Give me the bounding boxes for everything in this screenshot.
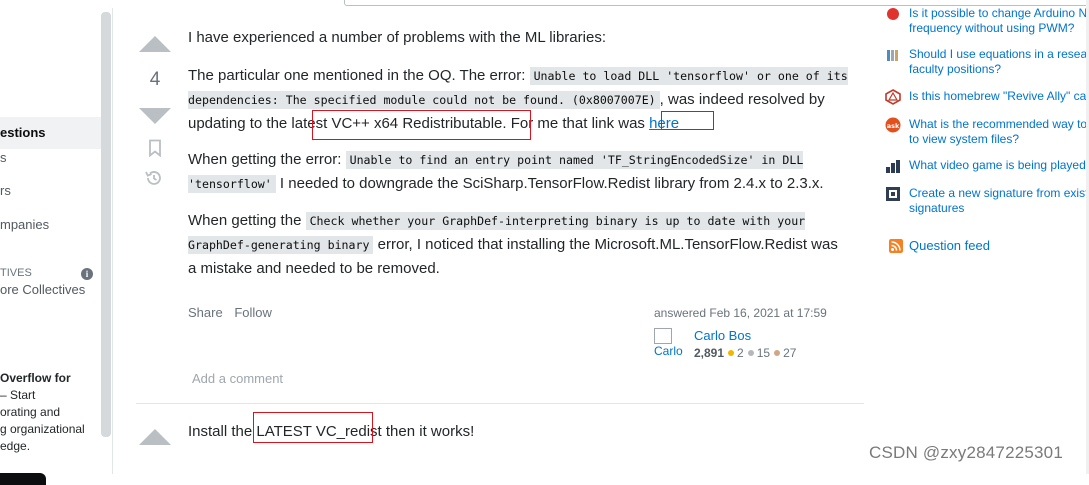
hot-question-link[interactable]: Is this homebrew "Revive Ally" can: [909, 89, 1089, 104]
silver-badge-count: 15: [756, 346, 771, 360]
academia-icon: [887, 50, 898, 61]
collectives-heading: TIVES: [0, 267, 32, 279]
reputation: 2,891 2 15 27: [694, 346, 796, 360]
reputation-score: 2,891: [694, 346, 725, 360]
answer-paragraph: When getting the Check whether your Grap…: [188, 209, 848, 280]
nav-item-companies[interactable]: mpanies: [0, 217, 49, 232]
answer-text: then it works!: [381, 423, 475, 440]
rpg-icon: [885, 89, 901, 105]
answer-text: The particular one mentioned in the OQ. …: [188, 67, 530, 84]
teams-promo-title: Overflow for: [0, 371, 71, 385]
answered-time: answered Feb 16, 2021 at 17:59: [654, 306, 827, 320]
nav-item-tags[interactable]: s: [0, 150, 7, 165]
teams-promo-line: orating and: [0, 405, 61, 419]
upvote-button[interactable]: [139, 36, 171, 52]
sidebar-scrollbar[interactable]: [101, 12, 111, 437]
teams-promo-line: edge.: [0, 439, 31, 453]
arduino-icon: [887, 8, 899, 20]
highlight-box: [253, 412, 373, 443]
bronze-badge-count: 27: [783, 346, 797, 360]
highlight-box: [661, 111, 714, 130]
gaming-icon: [886, 160, 900, 173]
bronze-badge-icon: [774, 350, 781, 357]
hot-question-item[interactable]: Should I use equations in a researc facu…: [885, 47, 1089, 81]
nav-item-users[interactable]: rs: [0, 183, 11, 198]
left-sidebar: estions s rs mpanies TIVES i ore Collect…: [0, 10, 112, 485]
user-signature: answered Feb 16, 2021 at 17:59 Carlo Car…: [654, 306, 854, 360]
downvote-button[interactable]: [139, 108, 171, 124]
tex-icon: [886, 187, 900, 201]
hot-question-link[interactable]: Create a new signature from existi signa…: [909, 186, 1089, 216]
answer-text: Install the: [188, 423, 257, 440]
hot-question-link[interactable]: What video game is being played: [909, 158, 1089, 173]
svg-text:ask: ask: [887, 122, 900, 130]
divider: [112, 8, 113, 474]
hot-question-link[interactable]: What is the recommended way to to view s…: [909, 117, 1089, 147]
answer-text: When getting the error:: [188, 151, 346, 168]
user-name-link[interactable]: Carlo Bos: [694, 328, 751, 343]
hot-question-item[interactable]: ask What is the recommended way to to vi…: [885, 117, 1089, 151]
hot-question-item[interactable]: Is it possible to change Arduino N frequ…: [885, 6, 1089, 40]
nav-item-questions[interactable]: estions: [0, 117, 105, 149]
answer-paragraph: I have experienced a number of problems …: [188, 29, 606, 46]
vote-count: 4: [149, 69, 161, 90]
follow-link[interactable]: Follow: [234, 305, 272, 320]
answer-text: I needed to downgrade the SciSharp.Tenso…: [275, 175, 824, 192]
upvote-button[interactable]: [139, 429, 171, 445]
question-feed-label: Question feed: [909, 238, 990, 253]
silver-badge-icon: [747, 350, 754, 357]
teams-promo: Overflow for – Start orating and g organ…: [0, 370, 85, 455]
add-comment-link[interactable]: Add a comment: [192, 371, 283, 386]
nav-item-questions-label: estions: [0, 125, 46, 140]
answer-paragraph: When getting the error: Unable to find a…: [188, 148, 848, 196]
post-menu: Share Follow: [188, 305, 280, 320]
share-link[interactable]: Share: [188, 305, 223, 320]
answer-text: When getting the: [188, 212, 306, 229]
broken-image-icon: [654, 328, 672, 344]
askubuntu-icon: ask: [885, 117, 901, 133]
highlight-box: [312, 110, 531, 140]
bookmark-icon[interactable]: [147, 139, 163, 157]
teams-promo-line[interactable]: – Start: [0, 388, 35, 402]
teams-promo-line: g organizational: [0, 422, 85, 436]
explore-collectives-link[interactable]: ore Collectives: [0, 282, 85, 297]
hot-question-link[interactable]: Should I use equations in a researc facu…: [909, 47, 1089, 77]
info-icon[interactable]: i: [81, 268, 93, 280]
history-icon[interactable]: [144, 168, 164, 188]
watermark: CSDN @zxy2847225301: [869, 443, 1063, 462]
teams-button[interactable]: [0, 473, 46, 485]
hot-question-item[interactable]: Create a new signature from existi signa…: [885, 186, 1089, 220]
rss-icon: [889, 239, 903, 253]
hot-question-link[interactable]: Is it possible to change Arduino N frequ…: [909, 6, 1089, 36]
answer-separator: [136, 403, 864, 404]
avatar-alt-text: Carlo: [654, 344, 683, 358]
gold-badge-count: 2: [737, 346, 744, 360]
avatar[interactable]: Carlo: [654, 328, 686, 360]
gold-badge-icon: [728, 350, 735, 357]
